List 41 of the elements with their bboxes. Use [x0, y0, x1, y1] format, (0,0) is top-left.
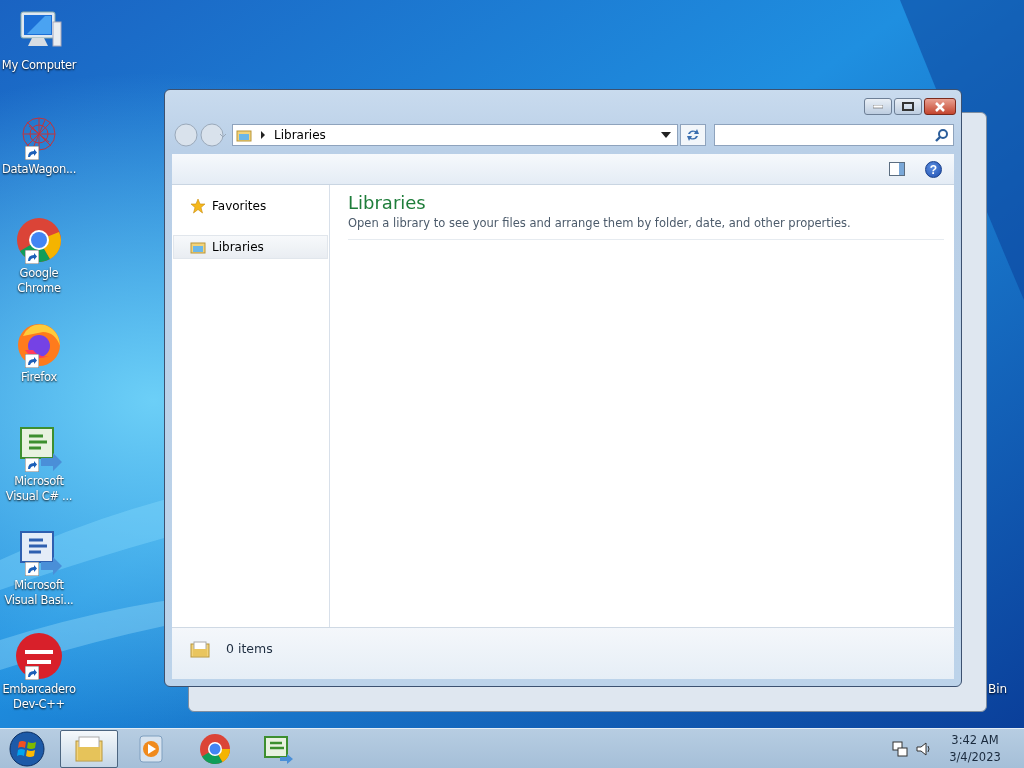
breadcrumb[interactable]: Libraries — [274, 128, 326, 142]
page-title: Libraries — [348, 191, 427, 215]
help-button[interactable]: ? — [925, 160, 942, 178]
shortcut-arrow-icon — [25, 354, 39, 368]
address-bar[interactable]: Libraries — [232, 124, 678, 146]
shortcut-arrow-icon — [25, 562, 39, 576]
navigation-item[interactable]: Favorites — [172, 195, 329, 217]
shortcut-arrow-icon — [25, 458, 39, 472]
shortcut-arrow-icon — [25, 146, 39, 160]
clock-date[interactable]: 3/4/2023 — [949, 748, 1001, 766]
shortcut-arrow-icon — [25, 250, 39, 264]
dropdown-arrow-icon[interactable] — [661, 132, 671, 138]
navigation-item[interactable]: Libraries — [173, 235, 328, 259]
chevron-icon[interactable] — [260, 131, 266, 139]
close-icon[interactable] — [934, 101, 946, 112]
item-count: 0 items — [226, 641, 273, 656]
volume-icon[interactable] — [916, 740, 932, 757]
start-button[interactable] — [9, 730, 45, 767]
search-icon[interactable] — [935, 128, 949, 142]
desktop-icon-label[interactable]: Microsoft Visual Basi... — [0, 578, 78, 608]
desktop-icon-label[interactable]: DataWagon... — [0, 162, 78, 177]
preview-pane-icon[interactable] — [889, 162, 905, 176]
clock-time[interactable]: 3:42 AM — [951, 731, 999, 749]
refresh-icon[interactable] — [685, 128, 701, 142]
close-button[interactable] — [924, 98, 956, 115]
maximize-icon[interactable] — [902, 102, 914, 111]
library-folder-icon — [190, 639, 210, 658]
shortcut-arrow-icon — [25, 666, 39, 680]
taskbar-button[interactable] — [60, 729, 118, 768]
desktop-icon-label[interactable]: Bin — [988, 682, 1008, 696]
library-folder-icon — [236, 128, 252, 142]
desktop-icon-label[interactable]: My Computer — [0, 58, 78, 73]
search-field[interactable] — [714, 124, 954, 146]
desktop-icon-label[interactable]: Embarcadero Dev-C++ — [0, 682, 78, 712]
star-icon — [190, 198, 206, 214]
page-description: Open a library to see your files and arrange them by folder, date, and other properties. — [348, 215, 944, 240]
library-folder-icon — [190, 240, 206, 254]
maximize-button[interactable] — [894, 98, 922, 115]
chrome-icon — [199, 732, 231, 765]
network-icon[interactable] — [892, 740, 908, 757]
refresh-button[interactable] — [680, 124, 706, 146]
